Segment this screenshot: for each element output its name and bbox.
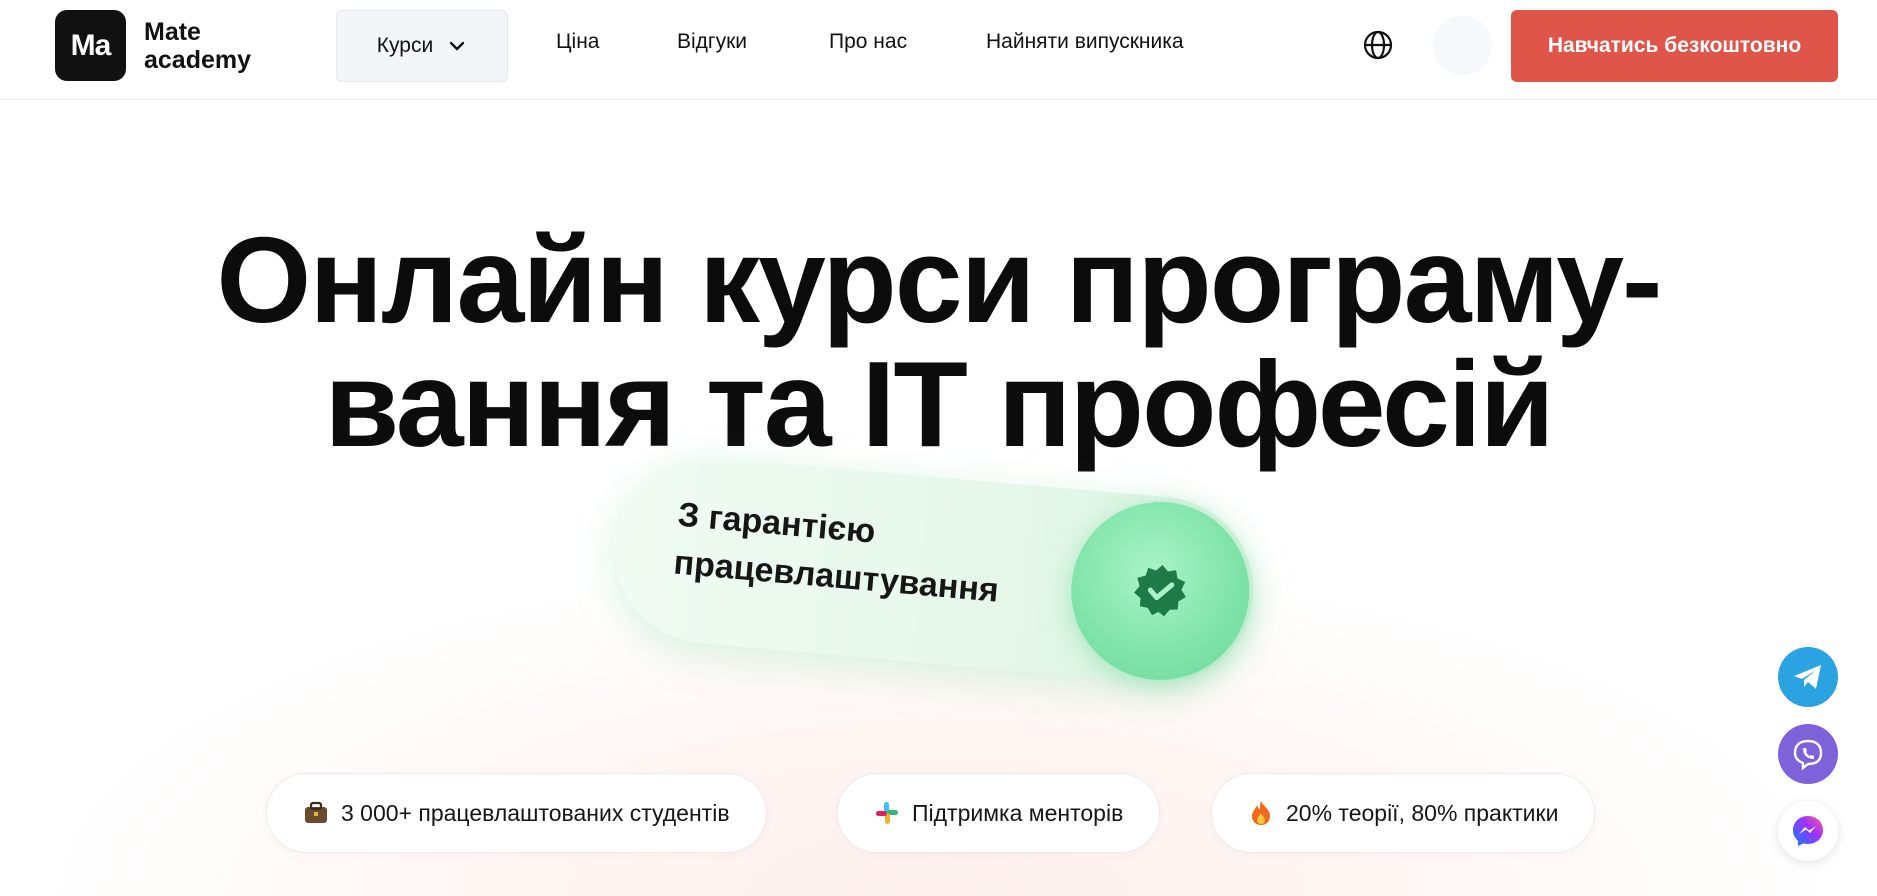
viber-button[interactable] bbox=[1778, 724, 1838, 784]
feature-chip-practice: 20% теорії, 80% практики bbox=[1211, 773, 1596, 853]
feature-label: 20% теорії, 80% практики bbox=[1286, 799, 1559, 826]
logo-mark: Ma bbox=[55, 10, 126, 81]
nav-courses-dropdown[interactable]: Курси bbox=[336, 10, 508, 82]
logo-line-1: Mate bbox=[144, 17, 201, 46]
hero-title-line-1: Онлайн курси програму- bbox=[216, 212, 1662, 348]
nav-courses-label: Курси bbox=[376, 34, 434, 57]
telegram-button[interactable] bbox=[1778, 647, 1838, 707]
avatar[interactable] bbox=[1433, 16, 1492, 75]
telegram-icon bbox=[1794, 665, 1821, 689]
site-header: Ma Mate academy Курси Ціна Відгуки Про н… bbox=[0, 0, 1877, 100]
globe-icon[interactable] bbox=[1362, 29, 1394, 61]
slack-icon bbox=[874, 800, 900, 826]
learn-free-button[interactable]: Навчатись безкоштовно bbox=[1511, 10, 1838, 82]
verified-badge-icon bbox=[1134, 565, 1186, 617]
messenger-icon bbox=[1793, 816, 1823, 846]
nav-reviews[interactable]: Відгуки bbox=[677, 30, 747, 54]
feature-label: Підтримка менторів bbox=[912, 799, 1124, 826]
hero-title: Онлайн курси програму- вання та IT профе… bbox=[0, 218, 1877, 466]
feature-chip-mentors: Підтримка менторів bbox=[837, 773, 1161, 853]
briefcase-icon bbox=[303, 800, 329, 826]
logo-line-2: academy bbox=[144, 45, 252, 74]
logo-text: Mate academy bbox=[144, 18, 251, 74]
logo[interactable]: Ma Mate academy bbox=[55, 10, 251, 81]
fire-icon bbox=[1248, 800, 1274, 826]
nav-price[interactable]: Ціна bbox=[556, 30, 599, 54]
messenger-button[interactable] bbox=[1778, 801, 1838, 861]
hero-title-line-2: вання та IT професій bbox=[324, 336, 1554, 472]
chevron-down-icon bbox=[450, 41, 465, 51]
nav-about[interactable]: Про нас bbox=[829, 30, 907, 54]
viber-icon bbox=[1793, 739, 1823, 771]
feature-chip-employed: 3 000+ працевлаштованих студентів bbox=[266, 773, 767, 853]
feature-label: 3 000+ працевлаштованих студентів bbox=[341, 799, 730, 826]
nav-hire-graduate[interactable]: Найняти випускника bbox=[986, 30, 1184, 54]
